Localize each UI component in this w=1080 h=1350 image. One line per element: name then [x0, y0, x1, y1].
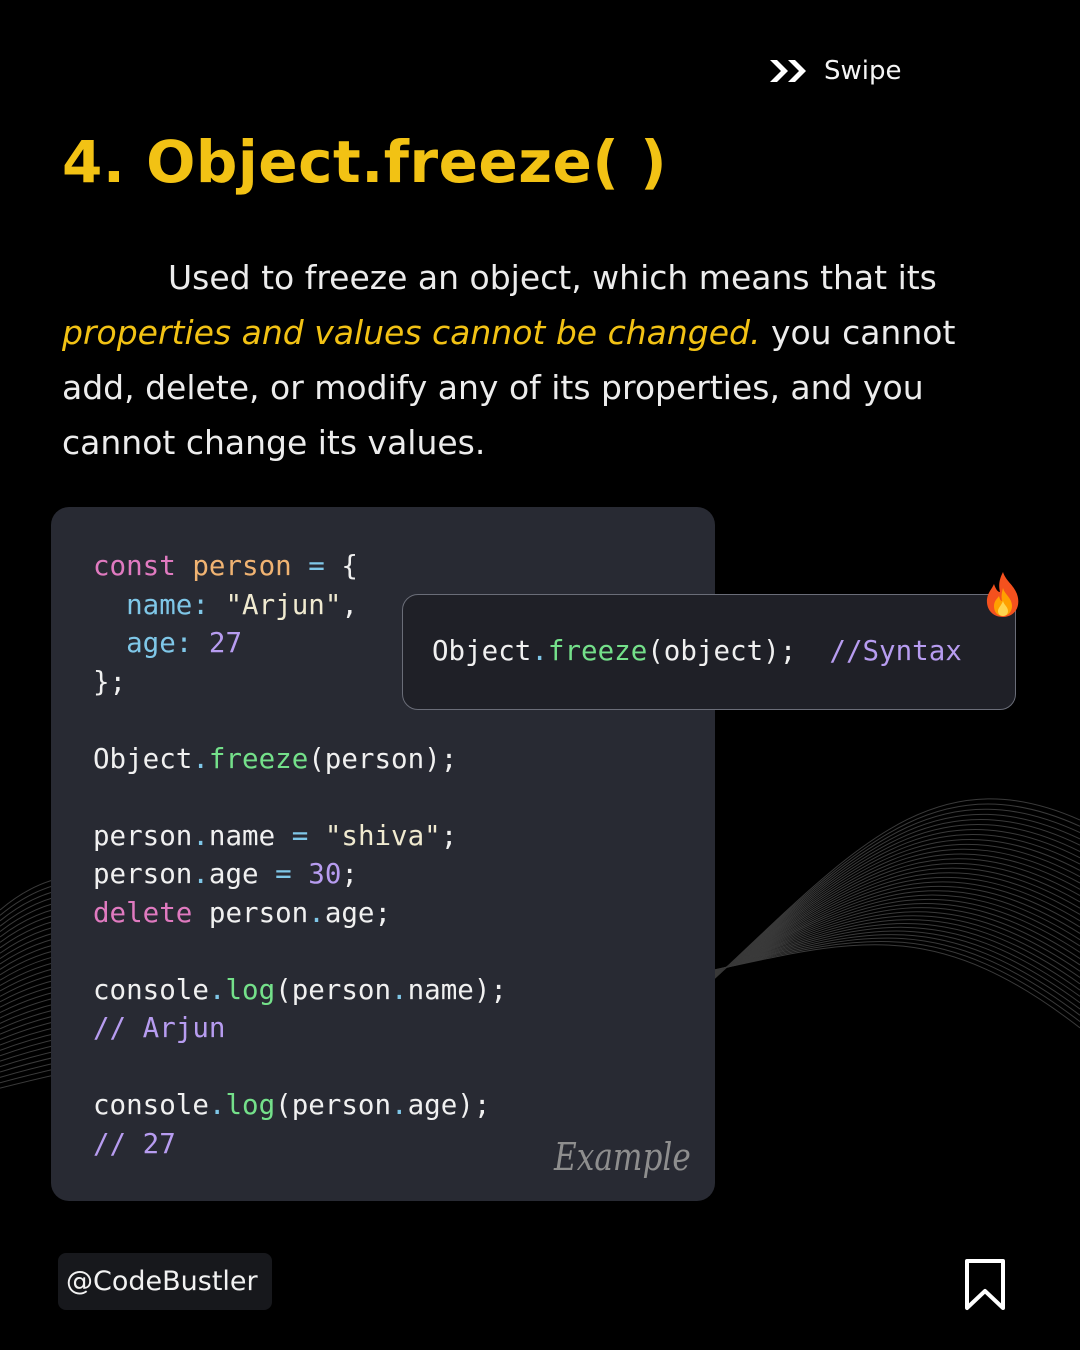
description: Used to freeze an object, which means th…: [62, 250, 1022, 470]
fire-icon: [986, 572, 1019, 617]
slide: Swipe 4. Object.freeze( ) Used to freeze…: [0, 0, 1080, 1350]
code-line: console.log(person.age);: [93, 1089, 491, 1121]
example-label: Example: [554, 1135, 691, 1179]
code-line: const person = {: [93, 550, 358, 582]
syntax-code: Object.freeze(object); //Syntax: [432, 635, 962, 667]
code-line: person.name = "shiva";: [93, 819, 458, 852]
code-line: console.log(person.name);: [93, 973, 507, 1006]
code-line: // Arjun: [93, 1012, 226, 1044]
page-title: 4. Object.freeze( ): [62, 128, 668, 196]
swipe-label: Swipe: [824, 56, 902, 86]
author-handle[interactable]: @CodeBustler: [58, 1253, 272, 1310]
syntax-comment: //Syntax: [829, 635, 962, 667]
description-highlight: properties and values cannot be changed.: [62, 313, 761, 352]
handle-text: @CodeBustler: [66, 1266, 258, 1297]
code-line: person.age = 30;: [93, 858, 358, 890]
description-text-1: Used to freeze an object, which means th…: [168, 258, 937, 297]
code-line: Object.freeze(person);: [93, 742, 458, 775]
bookmark-icon[interactable]: [962, 1258, 1008, 1312]
syntax-code-text: Object.freeze(object);: [432, 635, 797, 667]
code-line: // 27: [93, 1127, 176, 1160]
code-line: delete person.age;: [93, 896, 392, 929]
double-chevron-right-icon: [770, 60, 806, 82]
swipe-indicator[interactable]: Swipe: [768, 56, 902, 86]
syntax-card: Object.freeze(object); //Syntax: [402, 594, 1016, 710]
